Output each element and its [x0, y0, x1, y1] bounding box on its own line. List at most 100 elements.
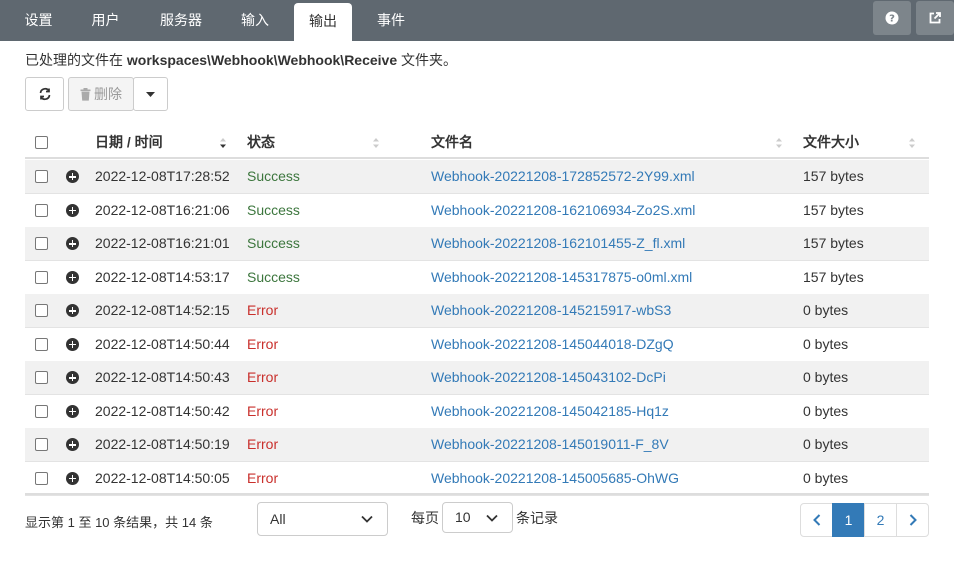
sort-icon[interactable]: [372, 136, 380, 150]
tab-users[interactable]: 用户: [78, 0, 133, 41]
expand-row-icon[interactable]: [66, 371, 79, 384]
sort-icon[interactable]: [775, 136, 783, 150]
question-circle-icon: ?: [885, 11, 899, 25]
next-page-button[interactable]: [896, 503, 929, 537]
expand-row-icon[interactable]: [66, 170, 79, 183]
folder-path: workspaces\Webhook\Webhook\Receive: [126, 52, 398, 68]
tab-output[interactable]: 输出: [294, 3, 352, 41]
delete-button[interactable]: 删除: [68, 77, 134, 111]
column-header-filename[interactable]: 文件名: [431, 125, 473, 159]
row-size: 0 bytes: [803, 335, 849, 352]
chevron-down-icon: [486, 514, 498, 522]
external-link-icon: [929, 12, 941, 24]
table-row[interactable]: 2022-12-08T14:53:17 Success Webhook-202212…: [25, 261, 929, 295]
tab-input[interactable]: 输入: [226, 0, 284, 41]
table-row[interactable]: 2022-12-08T16:21:06 Success Webhook-202212…: [25, 194, 929, 228]
refresh-button[interactable]: [25, 77, 64, 111]
expand-row-icon[interactable]: [66, 404, 79, 418]
row-date: 2022-12-08T17:28:52: [95, 168, 230, 184]
page-2-button[interactable]: 2: [864, 503, 897, 537]
row-checkbox[interactable]: [35, 270, 48, 284]
table-row[interactable]: 2022-12-08T16:21:01 Success Webhook-202212…: [25, 227, 929, 261]
folder-info-suffix: 文件夹。: [397, 52, 458, 68]
expand-row-icon[interactable]: [66, 203, 79, 217]
per-page-suffix: 条记录: [516, 510, 558, 526]
row-filename-link[interactable]: Webhook-20221208-145317875-o0ml.xml: [431, 261, 692, 295]
row-date: 2022-12-08T14:50:43: [95, 369, 230, 385]
table-row[interactable]: 2022-12-08T14:50:44 Error Webhook-20221208…: [25, 328, 929, 362]
row-checkbox[interactable]: [35, 170, 48, 183]
row-checkbox[interactable]: [35, 337, 48, 351]
open-external-button[interactable]: [916, 1, 954, 35]
row-filename-link[interactable]: Webhook-20221208-145044018-DZgQ: [431, 328, 674, 362]
table-row[interactable]: 2022-12-08T14:52:15 Error Webhook-20221208…: [25, 294, 929, 328]
row-size: 0 bytes: [803, 436, 849, 452]
table-bottom-border: [25, 493, 929, 495]
row-checkbox[interactable]: [35, 237, 48, 250]
per-page-prefix: 每页: [411, 510, 439, 526]
expand-row-icon[interactable]: [66, 237, 79, 250]
row-date: 2022-12-08T14:52:15: [95, 302, 230, 318]
tab-servers[interactable]: 服务器: [148, 0, 214, 41]
row-status: Success: [247, 268, 300, 285]
status-filter-value: All: [270, 511, 286, 527]
row-date: 2022-12-08T16:21:06: [95, 201, 230, 218]
pagination-summary: 显示第 1 至 10 条结果，共 14 条: [25, 515, 213, 530]
row-filename-link[interactable]: Webhook-20221208-145043102-DcPi: [431, 361, 666, 395]
row-checkbox[interactable]: [35, 404, 48, 418]
row-filename-link[interactable]: Webhook-20221208-162106934-Zo2S.xml: [431, 194, 695, 228]
row-filename-link[interactable]: Webhook-20221208-162101455-Z_fl.xml: [431, 227, 685, 261]
sort-desc-icon[interactable]: [219, 136, 227, 150]
column-header-size[interactable]: 文件大小: [803, 125, 859, 159]
row-filename-link[interactable]: Webhook-20221208-145019011-F_8V: [431, 428, 669, 462]
column-header-status[interactable]: 状态: [247, 125, 275, 159]
row-filename-link[interactable]: Webhook-20221208-172852572-2Y99.xml: [431, 160, 695, 194]
row-size: 157 bytes: [803, 268, 864, 285]
tab-settings[interactable]: 设置: [10, 0, 67, 41]
row-date: 2022-12-08T14:53:17: [95, 268, 230, 285]
column-header-date[interactable]: 日期 / 时间: [95, 125, 163, 159]
row-checkbox[interactable]: [35, 371, 48, 384]
sort-icon[interactable]: [908, 136, 916, 150]
row-date: 2022-12-08T14:50:44: [95, 335, 230, 352]
row-checkbox[interactable]: [35, 203, 48, 217]
row-status: Success: [247, 201, 300, 218]
row-status: Error: [247, 402, 279, 419]
more-actions-dropdown[interactable]: [133, 77, 168, 111]
row-filename-link[interactable]: Webhook-20221208-145042185-Hq1z: [431, 395, 669, 429]
row-status: Success: [247, 235, 300, 251]
row-date: 2022-12-08T14:50:42: [95, 402, 230, 419]
table-row[interactable]: 2022-12-08T14:50:19 Error Webhook-20221208…: [25, 428, 929, 462]
table-row[interactable]: 2022-12-08T17:28:52 Success Webhook-202212…: [25, 160, 929, 194]
row-date: 2022-12-08T14:50:19: [95, 436, 230, 452]
previous-page-button[interactable]: [800, 503, 833, 537]
expand-row-icon[interactable]: [66, 471, 79, 485]
row-filename-link[interactable]: Webhook-20221208-145005685-OhWG: [431, 462, 679, 496]
tab-events[interactable]: 事件: [362, 0, 420, 41]
select-all-checkbox[interactable]: [35, 136, 48, 149]
table-row[interactable]: 2022-12-08T14:50:05 Error Webhook-20221208…: [25, 462, 929, 496]
row-checkbox[interactable]: [35, 471, 48, 485]
page-1-button[interactable]: 1: [832, 503, 865, 537]
expand-row-icon[interactable]: [66, 438, 79, 451]
row-checkbox[interactable]: [35, 304, 48, 317]
row-status: Error: [247, 469, 279, 486]
svg-text:?: ?: [889, 14, 895, 25]
table-row[interactable]: 2022-12-08T14:50:43 Error Webhook-20221208…: [25, 361, 929, 395]
table-row[interactable]: 2022-12-08T14:50:42 Error Webhook-20221208…: [25, 395, 929, 429]
row-size: 157 bytes: [803, 201, 864, 218]
expand-row-icon[interactable]: [66, 337, 79, 351]
expand-row-icon[interactable]: [66, 270, 79, 284]
pagination: 1 2: [800, 503, 929, 537]
row-size: 0 bytes: [803, 469, 849, 486]
page-size-value: 10: [455, 509, 471, 525]
row-size: 157 bytes: [803, 168, 864, 184]
row-size: 0 bytes: [803, 369, 849, 385]
expand-row-icon[interactable]: [66, 304, 79, 317]
status-filter-select[interactable]: All: [257, 502, 388, 536]
row-filename-link[interactable]: Webhook-20221208-145215917-wbS3: [431, 294, 671, 328]
help-button[interactable]: ?: [873, 1, 911, 35]
row-checkbox[interactable]: [35, 438, 48, 451]
page-size-select[interactable]: 10: [442, 502, 513, 533]
row-date: 2022-12-08T14:50:05: [95, 469, 230, 486]
